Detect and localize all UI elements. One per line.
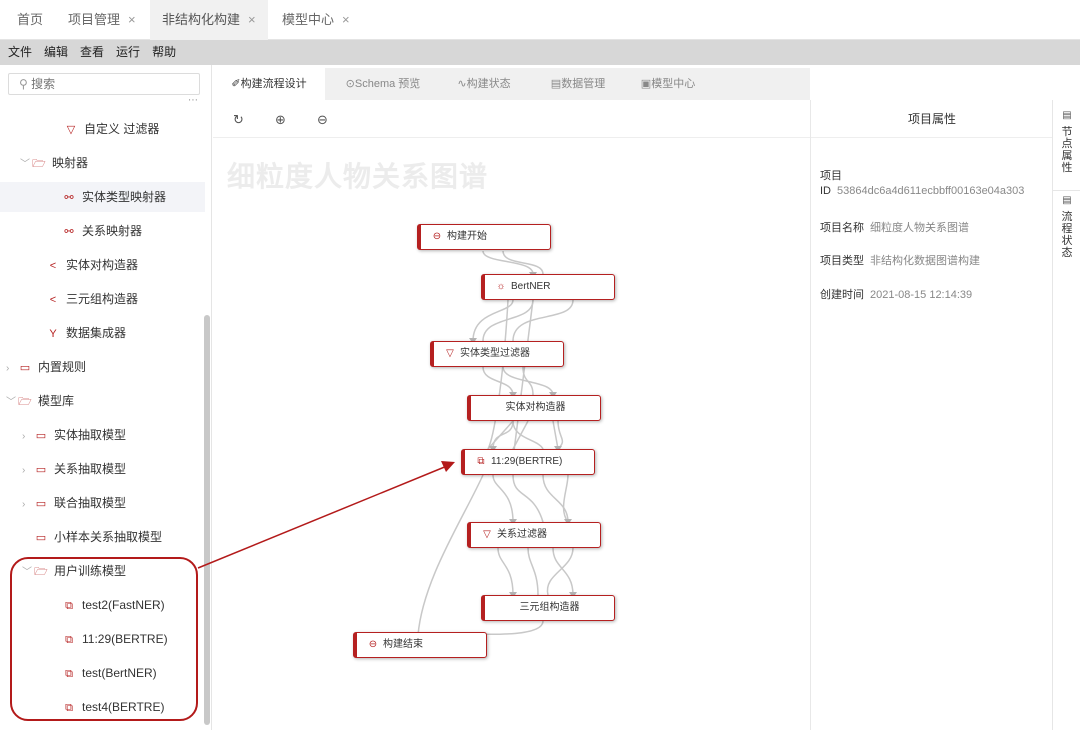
panel-title: 项目属性 [811,100,1053,138]
type-label: 项目类型 [820,255,864,267]
project-name-row: 项目名称 细粒度人物关系图谱 [820,219,969,235]
name-value: 细粒度人物关系图谱 [870,222,969,234]
properties-panel: 项目属性 项目 ID 53864dc6a4d611ecbbff00163e04a3… [810,100,1053,730]
doc-icon: ▤ [1062,195,1072,206]
side-tab-node-properties[interactable]: ▤ 节点属性 [1053,110,1080,180]
side-tab-label: 节点属性 [1061,126,1073,174]
created-value: 2021-08-15 12:14:39 [870,289,973,301]
id-value: 53864dc6a4d611ecbbff00163e04a303 [837,185,1025,197]
doc-icon: ▤ [1062,110,1072,121]
side-tab-strip: ▤ 节点属性 ▤ 流程状态 [1052,100,1080,730]
project-type-row: 项目类型 非结构化数据图谱构建 [820,252,980,268]
id-label: ID [820,185,831,197]
project-label: 项目 [820,170,842,182]
type-value: 非结构化数据图谱构建 [870,255,980,267]
name-label: 项目名称 [820,222,864,234]
side-tab-flow-status[interactable]: ▤ 流程状态 [1053,190,1080,270]
created-time-row: 创建时间 2021-08-15 12:14:39 [820,286,972,302]
side-tab-label: 流程状态 [1061,211,1073,259]
project-id-row: ID 53864dc6a4d611ecbbff00163e04a303 [820,185,1024,197]
created-label: 创建时间 [820,289,864,301]
